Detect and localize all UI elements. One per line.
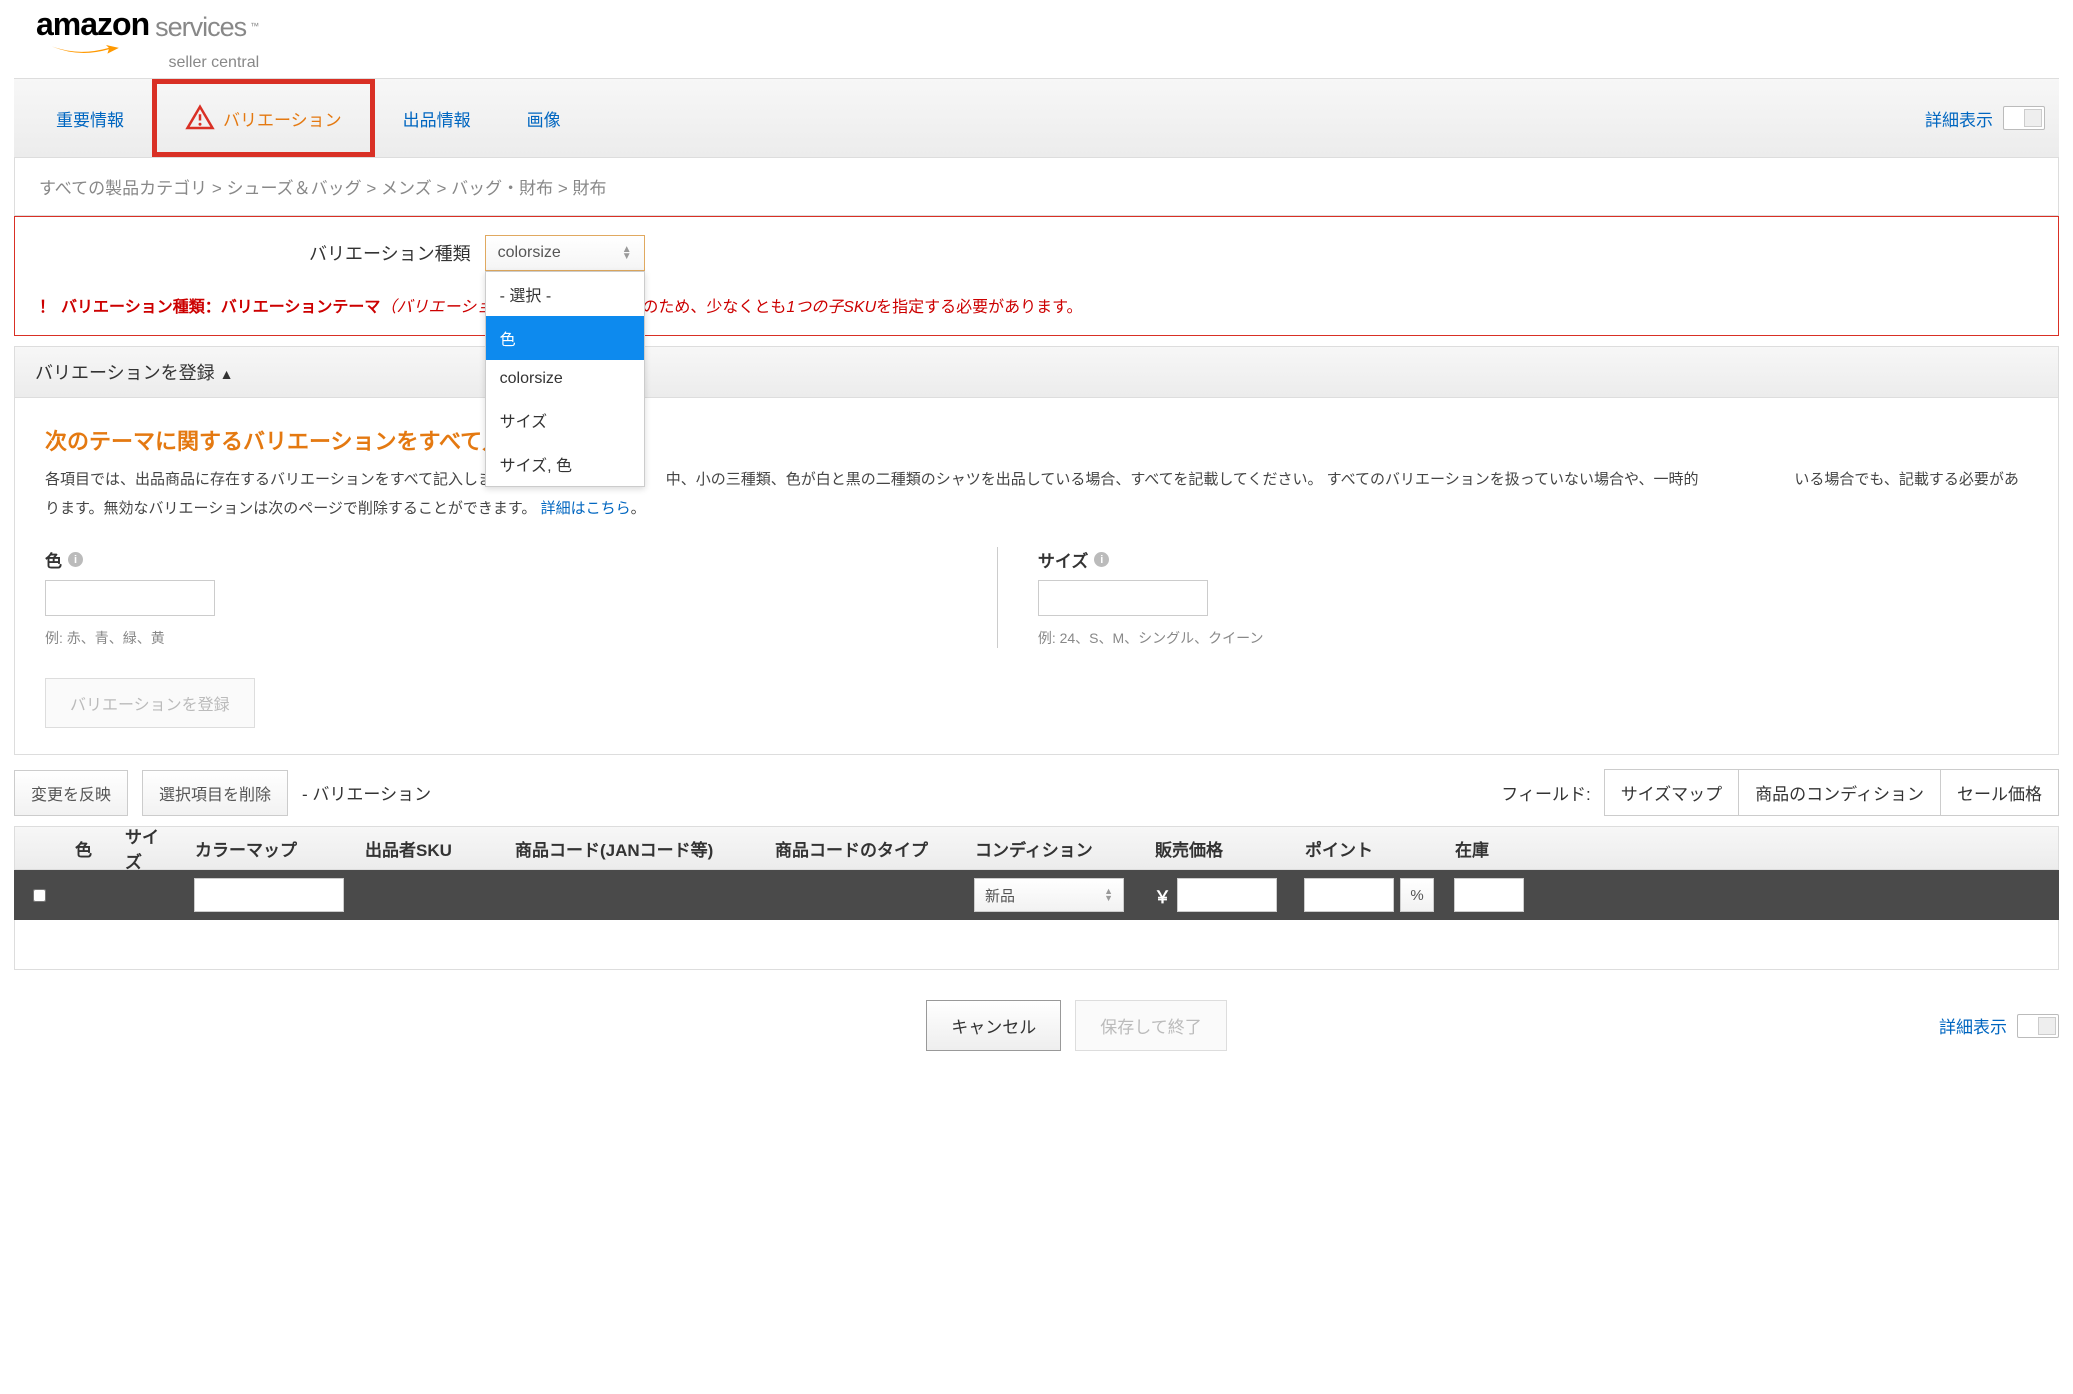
field-label: フィールド: [1501,780,1590,805]
variation-type-select[interactable]: colorsize ▲▼ [485,235,645,271]
size-field-label: サイズ [1038,547,1089,572]
tab-bar: 重要情報 バリエーション 出品情報 画像 詳細表示 [14,78,2059,158]
detail-toggle[interactable] [2003,106,2045,130]
tab-listing[interactable]: 出品情報 [375,79,499,157]
color-input[interactable] [45,580,215,616]
th-condition: コンディション [965,836,1145,861]
currency-yen-icon: ￥ [1154,883,1171,908]
variation-type-selected: colorsize [498,244,561,262]
logo-block: amazon services ™ seller central [0,0,2073,78]
color-example: 例: 赤、青、緑、黄 [45,628,997,648]
breadcrumb-mens[interactable]: メンズ [381,179,432,198]
th-code: 商品コード(JANコード等) [505,836,765,861]
register-variation-button: バリエーションを登録 [45,678,255,728]
variation-table: 色 サイズ カラーマップ 出品者SKU 商品コード(JANコード等) 商品コード… [14,826,2059,920]
th-colormap: カラーマップ [185,836,355,861]
apply-changes-button[interactable]: 変更を反映 [14,770,128,816]
variation-type-option-size[interactable]: サイズ [486,398,644,442]
variation-type-option-colorsize[interactable]: colorsize [486,360,644,398]
breadcrumb-wallet[interactable]: 財布 [572,179,606,198]
price-input[interactable] [1177,878,1277,912]
field-saleprice-button[interactable]: セール価格 [1940,769,2059,816]
th-size: サイズ [115,823,185,873]
select-arrows-icon: ▲▼ [622,246,632,260]
breadcrumb: すべての製品カテゴリ > シューズ＆バッグ > メンズ > バッグ・財布 > 財… [14,158,2059,216]
logo-services: services [155,12,246,43]
stock-input[interactable] [1454,878,1524,912]
logo-tm: ™ [250,21,259,31]
warning-icon [185,103,215,133]
register-variation-card: バリエーションを登録 ▲ 次のテーマに関するバリエーションをすべて入 。 各項目… [14,346,2059,755]
detail-toggle-label: 詳細表示 [1925,106,1993,131]
variation-heading: 次のテーマに関するバリエーションをすべて入 。 [45,424,2028,456]
colormap-input[interactable] [194,878,344,912]
variation-type-option-placeholder[interactable]: - 選択 - [486,272,644,316]
cancel-button[interactable]: キャンセル [926,1000,1061,1051]
size-example: 例: 24、S、M、シングル、クイーン [1038,628,1949,648]
card-bottom-border [14,920,2059,970]
condition-select[interactable]: 新品 ▲▼ [974,878,1124,912]
field-condition-button[interactable]: 商品のコンディション [1738,769,1941,816]
logo-amazon: amazon [36,6,149,43]
table-row: 新品 ▲▼ ￥ % [14,870,2059,920]
help-detail-link[interactable]: 詳細はこちら [541,500,631,517]
th-color: 色 [65,836,115,861]
breadcrumb-all[interactable]: すべての製品カテゴリ [39,179,207,198]
tab-variation-label: バリエーション [223,106,342,131]
info-icon[interactable]: i [68,552,83,567]
th-point: ポイント [1295,836,1445,861]
variation-type-option-sizecolor[interactable]: サイズ, 色 [486,442,644,486]
logo-seller-central: seller central [36,54,261,72]
info-icon[interactable]: i [1094,552,1109,567]
size-input[interactable] [1038,580,1208,616]
variation-dash-label: - バリエーション [302,780,431,805]
th-price: 販売価格 [1145,836,1295,861]
variation-help-text: 各項目では、出品商品に存在するバリエーションをすべて記入します。た 中、小の三種… [45,466,2028,523]
row-checkbox[interactable] [33,889,46,902]
logo-swoosh-icon [36,45,136,55]
delete-selected-button[interactable]: 選択項目を削除 [142,770,288,816]
table-header-row: 色 サイズ カラーマップ 出品者SKU 商品コード(JANコード等) 商品コード… [14,826,2059,870]
tab-important[interactable]: 重要情報 [28,79,152,157]
tab-image[interactable]: 画像 [499,79,589,157]
th-stock: 在庫 [1445,836,1525,861]
tab-variation[interactable]: バリエーション [152,79,375,157]
detail-toggle-bottom[interactable] [2017,1014,2059,1038]
detail-toggle-label-bottom: 詳細表示 [1939,1013,2007,1038]
breadcrumb-bag[interactable]: バッグ・財布 [451,179,553,198]
bottom-bar: キャンセル 保存して終了 詳細表示 [14,1000,2059,1051]
variation-type-label: バリエーション種類 [309,240,471,266]
th-codetype: 商品コードのタイプ [765,836,965,861]
collapse-icon: ▲ [220,366,234,382]
variation-error-panel: バリエーション種類 colorsize ▲▼ - 選択 - 色 colorsiz… [14,216,2059,336]
th-sku: 出品者SKU [355,836,505,861]
variation-type-option-color[interactable]: 色 [486,316,644,360]
field-sizemap-button[interactable]: サイズマップ [1604,769,1740,816]
color-field-label: 色 [45,547,62,572]
save-button: 保存して終了 [1075,1000,1227,1051]
variation-type-dropdown: - 選択 - 色 colorsize サイズ サイズ, 色 [485,271,645,487]
point-input[interactable] [1304,878,1394,912]
select-arrows-icon: ▲▼ [1104,888,1113,902]
breadcrumb-shoes[interactable]: シューズ＆バッグ [227,179,362,198]
error-bang-icon: ！ [39,299,55,316]
variation-error-message: ！バリエーション種類：バリエーションテーマ（バリエーションのテ のため、少なくと… [39,293,2034,317]
variation-actions-row: 変更を反映 選択項目を削除 - バリエーション フィールド: サイズマップ 商品… [14,769,2059,816]
point-unit-select[interactable]: % [1400,878,1434,912]
register-variation-header[interactable]: バリエーションを登録 ▲ [15,347,2058,398]
